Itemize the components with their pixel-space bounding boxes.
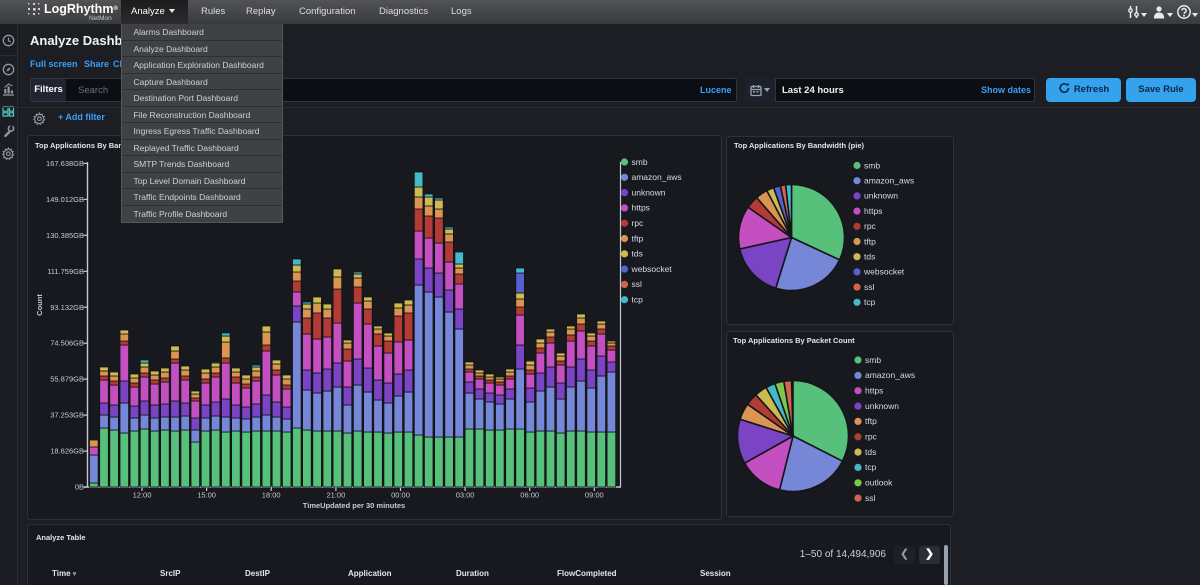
svg-text:https: https xyxy=(632,203,650,213)
svg-text:unknown: unknown xyxy=(864,191,898,201)
svg-text:tftp: tftp xyxy=(865,416,877,426)
svg-text:74.506GB: 74.506GB xyxy=(50,339,84,348)
svg-text:03:00: 03:00 xyxy=(456,491,475,500)
svg-text:167.638GB: 167.638GB xyxy=(46,159,84,168)
svg-text:smb: smb xyxy=(865,355,881,365)
svg-text:tcp: tcp xyxy=(632,295,644,305)
svg-text:21:00: 21:00 xyxy=(327,491,346,500)
svg-text:tds: tds xyxy=(865,447,876,457)
svg-text:12:00: 12:00 xyxy=(133,491,152,500)
svg-text:09:00: 09:00 xyxy=(585,491,604,500)
svg-text:00:00: 00:00 xyxy=(391,491,410,500)
svg-text:unknown: unknown xyxy=(865,401,899,411)
svg-text:amazon_aws: amazon_aws xyxy=(864,176,914,186)
svg-text:06:00: 06:00 xyxy=(520,491,539,500)
svg-text:ssl: ssl xyxy=(864,282,875,292)
svg-text:tcp: tcp xyxy=(865,462,877,472)
svg-text:ssl: ssl xyxy=(632,279,643,289)
svg-text:18:00: 18:00 xyxy=(262,491,281,500)
svg-text:37.253GB: 37.253GB xyxy=(50,411,84,420)
svg-text:smb: smb xyxy=(864,160,880,170)
svg-text:Count: Count xyxy=(35,294,44,316)
svg-text:55.879GB: 55.879GB xyxy=(50,375,84,384)
svg-text:rpc: rpc xyxy=(632,218,645,228)
svg-text:websocket: websocket xyxy=(863,267,905,277)
svg-text:tftp: tftp xyxy=(864,236,876,246)
svg-text:ssl: ssl xyxy=(865,493,876,503)
svg-text:149.012GB: 149.012GB xyxy=(46,195,84,204)
svg-text:93.132GB: 93.132GB xyxy=(50,303,84,312)
svg-text:https: https xyxy=(865,386,883,396)
svg-text:tds: tds xyxy=(864,252,875,262)
svg-text:18.626GB: 18.626GB xyxy=(50,447,84,456)
svg-text:15:00: 15:00 xyxy=(197,491,216,500)
svg-text:https: https xyxy=(864,206,882,216)
svg-text:130.385GB: 130.385GB xyxy=(46,231,84,240)
svg-text:tftp: tftp xyxy=(632,233,644,243)
svg-text:outlook: outlook xyxy=(865,478,893,488)
svg-text:111.759GB: 111.759GB xyxy=(47,267,84,276)
svg-text:smb: smb xyxy=(632,157,648,167)
svg-text:rpc: rpc xyxy=(865,432,878,442)
svg-text:amazon_aws: amazon_aws xyxy=(632,172,682,182)
svg-text:websocket: websocket xyxy=(631,264,673,274)
svg-text:0B: 0B xyxy=(75,483,84,492)
svg-text:tds: tds xyxy=(632,249,643,259)
svg-text:TimeUpdated per 30 minutes: TimeUpdated per 30 minutes xyxy=(303,501,405,510)
svg-text:unknown: unknown xyxy=(632,187,666,197)
svg-text:tcp: tcp xyxy=(864,297,876,307)
svg-text:amazon_aws: amazon_aws xyxy=(865,370,915,380)
svg-text:rpc: rpc xyxy=(864,221,877,231)
